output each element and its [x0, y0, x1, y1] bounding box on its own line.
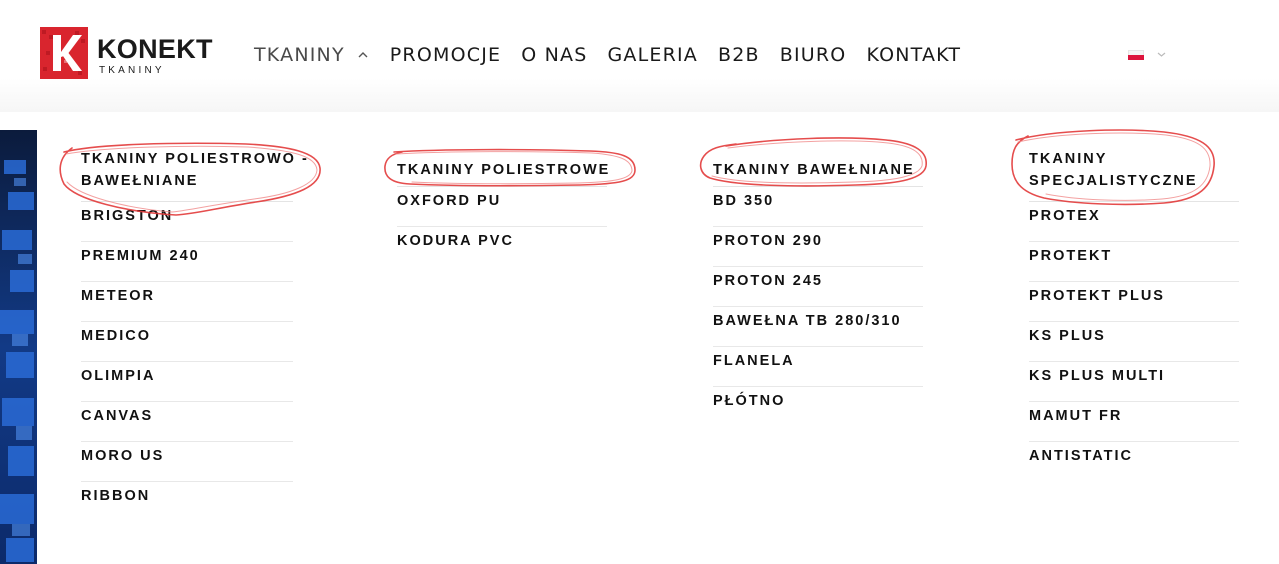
menu-item-kodura-pvc[interactable]: KODURA PVC [397, 227, 607, 267]
chevron-up-icon[interactable] [356, 50, 370, 60]
menu-item-protekt-plus[interactable]: PROTEKT PLUS [1029, 282, 1239, 322]
menu-item-plotno[interactable]: PŁÓTNO [713, 387, 923, 427]
menu-column-specjalistyczne: TKANINY SPECJALISTYCZNE PROTEX PROTEKT P… [1029, 148, 1239, 482]
menu-heading-specjalistyczne[interactable]: TKANINY SPECJALISTYCZNE [1029, 148, 1239, 192]
menu-heading-poliestrowo-bawelniane[interactable]: TKANINY POLIESTROWO - BAWEŁNIANE [81, 148, 309, 192]
menu-item-olimpia[interactable]: OLIMPIA [81, 362, 293, 402]
nav-item-o-nas[interactable]: O NAS [521, 42, 587, 68]
menu-item-medico[interactable]: MEDICO [81, 322, 293, 362]
brand-name: KONEKT [97, 34, 213, 64]
menu-heading-line: SPECJALISTYCZNE [1029, 173, 1198, 189]
nav-item-tkaniny[interactable]: TKANINY [254, 42, 345, 68]
nav-item-biuro[interactable]: BIURO [780, 42, 847, 68]
language-switcher[interactable] [1128, 48, 1168, 62]
chevron-down-icon [1157, 52, 1166, 57]
menu-column-poliestrowo-bawelniane: TKANINY POLIESTROWO - BAWEŁNIANE BRIGSTO… [81, 148, 309, 522]
menu-column-bawelniane: TKANINY BAWEŁNIANE BD 350 PROTON 290 PRO… [713, 159, 923, 427]
menu-item-canvas[interactable]: CANVAS [81, 402, 293, 442]
menu-heading-line: TKANINY POLIESTROWO - [81, 151, 309, 167]
menu-item-brigston[interactable]: BRIGSTON [81, 202, 293, 242]
brand-subtitle: TKANINY [99, 65, 165, 76]
menu-item-list: OXFORD PU KODURA PVC [397, 187, 607, 267]
nav-item-kontakt[interactable]: KONTAKT [866, 42, 961, 68]
menu-item-list: BRIGSTON PREMIUM 240 METEOR MEDICO OLIMP… [81, 202, 293, 522]
menu-item-bd-350[interactable]: BD 350 [713, 187, 923, 227]
menu-item-list: PROTEX PROTEKT PROTEKT PLUS KS PLUS KS P… [1029, 202, 1239, 482]
menu-item-moro-us[interactable]: MORO US [81, 442, 293, 482]
menu-heading-line: TKANINY [1029, 151, 1108, 167]
menu-item-proton-290[interactable]: PROTON 290 [713, 227, 923, 267]
menu-item-flanela[interactable]: FLANELA [713, 347, 923, 387]
site-header: KONEKT TKANINY TKANINY PROMOCJE O NAS GA… [0, 0, 1279, 112]
menu-item-protekt[interactable]: PROTEKT [1029, 242, 1239, 282]
menu-heading-poliestrowe[interactable]: TKANINY POLIESTROWE [397, 159, 611, 181]
menu-item-meteor[interactable]: METEOR [81, 282, 293, 322]
menu-item-oxford-pu[interactable]: OXFORD PU [397, 187, 607, 227]
menu-heading-line: TKANINY POLIESTROWE [397, 162, 611, 178]
menu-item-mamut-fr[interactable]: MAMUT FR [1029, 402, 1239, 442]
polish-flag-icon [1128, 50, 1144, 60]
nav-item-galeria[interactable]: GALERIA [607, 42, 698, 68]
menu-column-poliestrowe: TKANINY POLIESTROWE OXFORD PU KODURA PVC [397, 159, 611, 267]
brand-logo[interactable]: KONEKT TKANINY [40, 27, 220, 81]
menu-item-list: BD 350 PROTON 290 PROTON 245 BAWEŁNA TB … [713, 187, 923, 427]
menu-item-premium-240[interactable]: PREMIUM 240 [81, 242, 293, 282]
menu-item-ks-plus[interactable]: KS PLUS [1029, 322, 1239, 362]
nav-item-promocje[interactable]: PROMOCJE [390, 42, 501, 68]
menu-item-antistatic[interactable]: ANTISTATIC [1029, 442, 1239, 482]
menu-heading-bawelniane[interactable]: TKANINY BAWEŁNIANE [713, 159, 923, 181]
menu-item-protex[interactable]: PROTEX [1029, 202, 1239, 242]
background-image-strip [0, 130, 37, 564]
nav-item-b2b[interactable]: B2B [718, 42, 760, 68]
main-nav: TKANINY PROMOCJE O NAS GALERIA B2B BIURO… [254, 42, 981, 68]
menu-heading-line: TKANINY BAWEŁNIANE [713, 162, 915, 178]
menu-heading-line: BAWEŁNIANE [81, 173, 199, 189]
menu-item-proton-245[interactable]: PROTON 245 [713, 267, 923, 307]
menu-item-bawelna-tb[interactable]: BAWEŁNA TB 280/310 [713, 307, 923, 347]
menu-item-ks-plus-multi[interactable]: KS PLUS MULTI [1029, 362, 1239, 402]
menu-item-ribbon[interactable]: RIBBON [81, 482, 293, 522]
logo-mark-icon [40, 27, 88, 79]
